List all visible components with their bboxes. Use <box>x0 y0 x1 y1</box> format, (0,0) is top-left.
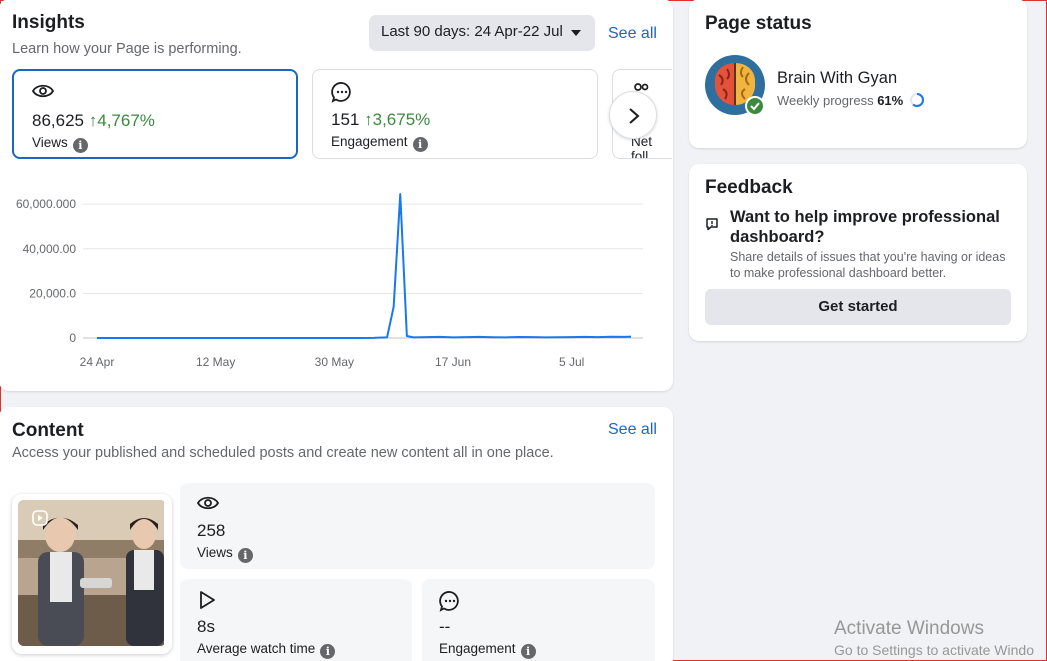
eye-icon <box>32 84 54 98</box>
watermark-line2: Go to Settings to activate Windo <box>834 642 1034 658</box>
insights-subtitle: Learn how your Page is performing. <box>12 41 242 57</box>
page-status-card: Page status Brain With Gyan Weekly progr… <box>689 0 1027 148</box>
stat-average-watch-time: 8s Average watch time i <box>180 579 412 661</box>
feedback-card: Feedback Want to help improve profession… <box>689 164 1027 341</box>
stat-views: 258 Views i <box>180 483 655 569</box>
info-icon[interactable]: i <box>72 138 88 153</box>
chat-bubble-icon <box>439 591 459 612</box>
insights-title: Insights <box>12 12 85 33</box>
y-tick-label: 60,000.000 <box>16 197 76 211</box>
metric-value: 151 ↑3,675% <box>331 110 431 129</box>
metric-label: Engagement i <box>331 134 428 152</box>
metric-card-views[interactable]: 86,625 ↑4,767% Views i <box>12 69 298 159</box>
chevron-right-icon <box>629 108 640 124</box>
info-icon[interactable]: i <box>520 644 536 659</box>
page-name[interactable]: Brain With Gyan <box>777 69 897 88</box>
reel-icon <box>32 510 48 526</box>
chat-bubble-icon <box>331 82 351 103</box>
weekly-progress-label: Weekly progress <box>777 93 874 108</box>
metric-change: 3,675% <box>372 110 431 129</box>
info-icon[interactable]: i <box>237 548 253 563</box>
content-subtitle: Access your published and scheduled post… <box>12 445 554 461</box>
caret-down-icon <box>571 30 581 36</box>
x-tick-label: 5 Jul <box>559 355 584 369</box>
watermark-line1: Activate Windows <box>834 618 984 639</box>
stat-engagement: -- Engagement i <box>422 579 655 661</box>
y-tick-label: 0 <box>69 331 76 345</box>
y-tick-label: 40,000.00 <box>23 242 77 256</box>
weekly-progress-value: 61% <box>877 93 904 108</box>
views-series-line <box>97 193 632 339</box>
metric-change: 4,767% <box>97 111 155 130</box>
metric-value: 86,625 ↑4,767% <box>32 111 155 130</box>
metric-card-engagement[interactable]: 151 ↑3,675% Engagement i <box>312 69 598 159</box>
x-tick-label: 12 May <box>196 355 235 369</box>
windows-activation-watermark: Activate Windows Go to Settings to activ… <box>834 618 1034 658</box>
insights-card: Insights Learn how your Page is performi… <box>0 0 673 391</box>
get-started-button[interactable]: Get started <box>705 289 1011 325</box>
y-tick-label: 20,000.0 <box>29 286 76 300</box>
stat-label: Engagement i <box>439 641 536 659</box>
views-line-chart: 0 20,000.0 40,000.00 60,000.000 24 Apr 12 May… <box>16 193 643 369</box>
eye-icon <box>197 496 219 510</box>
progress-ring-icon <box>909 93 924 107</box>
date-range-dropdown[interactable]: Last 90 days: 24 Apr-22 Jul <box>369 15 595 51</box>
x-tick-label: 30 May <box>315 355 354 369</box>
metric-label: Views i <box>32 135 88 153</box>
next-metrics-button[interactable] <box>609 91 657 139</box>
post-thumbnail[interactable] <box>12 494 172 654</box>
info-icon[interactable]: i <box>320 644 336 659</box>
content-title: Content <box>12 420 84 441</box>
feedback-icon <box>706 218 718 231</box>
feedback-description: Share details of issues that you're havi… <box>730 250 1006 280</box>
feedback-heading: Want to help improve professional dashbo… <box>730 208 1000 246</box>
content-card: Content Access your published and schedu… <box>0 407 673 661</box>
stat-value: 8s <box>197 617 215 636</box>
content-see-all-link[interactable]: See all <box>608 421 657 439</box>
stat-label: Views i <box>197 545 253 563</box>
x-tick-label: 17 Jun <box>435 355 471 369</box>
date-range-label: Last 90 days: 24 Apr-22 Jul <box>381 23 563 40</box>
play-icon <box>200 591 215 609</box>
page-status-title: Page status <box>705 13 812 34</box>
stat-label: Average watch time i <box>197 641 336 659</box>
insights-see-all-link[interactable]: See all <box>608 25 657 43</box>
arrow-up-icon: ↑ <box>88 111 98 130</box>
arrow-up-icon: ↑ <box>364 110 373 129</box>
feedback-title: Feedback <box>705 177 793 198</box>
verified-check-icon <box>745 96 765 116</box>
stat-value: -- <box>439 617 451 636</box>
stat-value: 258 <box>197 521 226 540</box>
weekly-progress: Weekly progress 61% <box>777 92 925 108</box>
x-tick-label: 24 Apr <box>80 355 115 369</box>
info-icon[interactable]: i <box>412 137 428 152</box>
